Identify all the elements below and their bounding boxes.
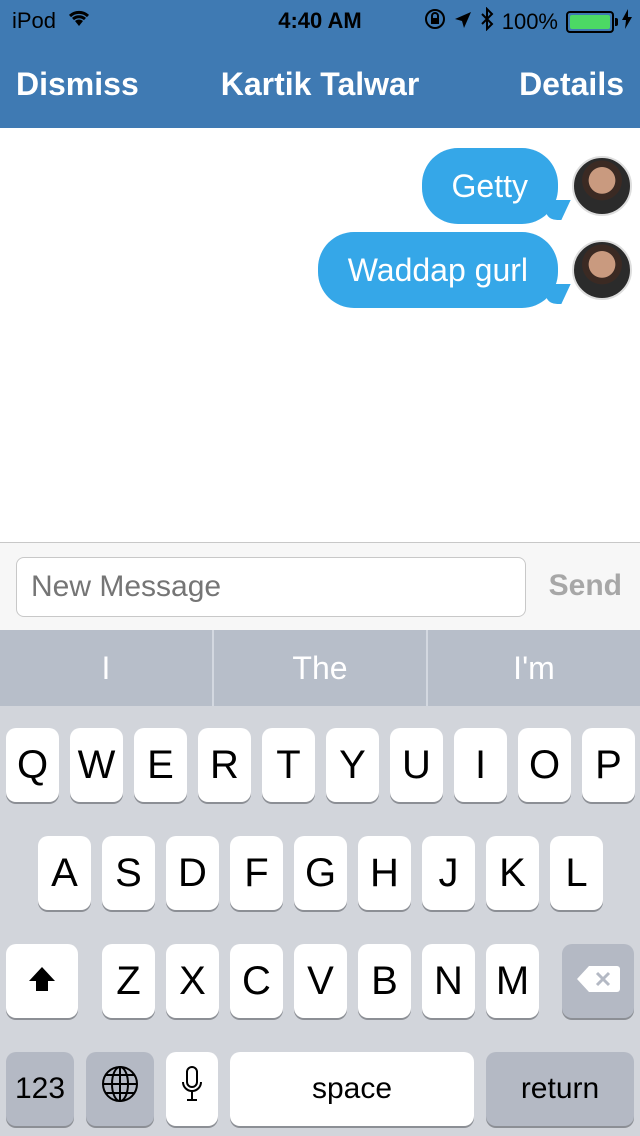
message-bubble[interactable]: Getty: [421, 148, 558, 224]
message-row: Getty: [421, 148, 632, 224]
key-n[interactable]: N: [422, 944, 475, 1018]
message-bubble[interactable]: Waddap gurl: [317, 232, 558, 308]
message-input[interactable]: [16, 557, 526, 617]
shift-key[interactable]: [6, 944, 78, 1018]
keyboard: Q W E R T Y U I O P A S D F G H J K L Z …: [0, 706, 640, 1136]
navigation-bar: Dismiss Kartik Talwar Details: [0, 40, 640, 128]
top-bar: iPod 4:40 AM 100% Dismiss Kartik Talwar: [0, 0, 640, 128]
key-q[interactable]: Q: [6, 728, 59, 802]
battery-percent: 100%: [501, 9, 558, 34]
shift-icon: [27, 959, 57, 1004]
key-g[interactable]: G: [294, 836, 347, 910]
suggestion-item[interactable]: I: [0, 630, 214, 706]
key-y[interactable]: Y: [326, 728, 379, 802]
microphone-icon: [180, 1064, 204, 1114]
key-m[interactable]: M: [486, 944, 539, 1018]
composer-bar: Send: [0, 542, 640, 630]
status-bar: iPod 4:40 AM 100%: [0, 0, 640, 40]
key-x[interactable]: X: [166, 944, 219, 1018]
globe-key[interactable]: [86, 1052, 154, 1126]
key-d[interactable]: D: [166, 836, 219, 910]
key-o[interactable]: O: [518, 728, 571, 802]
globe-icon: [100, 1064, 140, 1114]
key-l[interactable]: L: [550, 836, 603, 910]
avatar[interactable]: [572, 156, 632, 216]
charging-icon: [622, 9, 632, 35]
key-e[interactable]: E: [134, 728, 187, 802]
numbers-key[interactable]: 123: [6, 1052, 74, 1126]
key-v[interactable]: V: [294, 944, 347, 1018]
delete-key[interactable]: [562, 944, 634, 1018]
key-k[interactable]: K: [486, 836, 539, 910]
key-z[interactable]: Z: [102, 944, 155, 1018]
backspace-icon: [575, 959, 621, 1004]
send-button[interactable]: Send: [549, 569, 622, 603]
key-r[interactable]: R: [198, 728, 251, 802]
space-key[interactable]: space: [230, 1052, 474, 1126]
key-c[interactable]: C: [230, 944, 283, 1018]
message-row: Waddap gurl: [317, 232, 632, 308]
message-list[interactable]: Getty Waddap gurl: [0, 128, 640, 542]
bluetooth-icon: [480, 6, 494, 37]
location-icon: [454, 9, 472, 35]
key-p[interactable]: P: [582, 728, 635, 802]
avatar[interactable]: [572, 240, 632, 300]
key-a[interactable]: A: [38, 836, 91, 910]
return-key[interactable]: return: [486, 1052, 634, 1126]
key-i[interactable]: I: [454, 728, 507, 802]
suggestion-item[interactable]: I'm: [428, 630, 640, 706]
key-h[interactable]: H: [358, 836, 411, 910]
dictation-key[interactable]: [166, 1052, 218, 1126]
details-button[interactable]: Details: [519, 66, 624, 103]
suggestion-item[interactable]: The: [214, 630, 428, 706]
key-t[interactable]: T: [262, 728, 315, 802]
key-f[interactable]: F: [230, 836, 283, 910]
status-right: 100%: [424, 6, 632, 37]
key-s[interactable]: S: [102, 836, 155, 910]
rotation-lock-icon: [424, 8, 446, 36]
key-j[interactable]: J: [422, 836, 475, 910]
battery-icon: [566, 11, 618, 33]
key-b[interactable]: B: [358, 944, 411, 1018]
key-w[interactable]: W: [70, 728, 123, 802]
key-u[interactable]: U: [390, 728, 443, 802]
predictive-bar: I The I'm: [0, 630, 640, 706]
